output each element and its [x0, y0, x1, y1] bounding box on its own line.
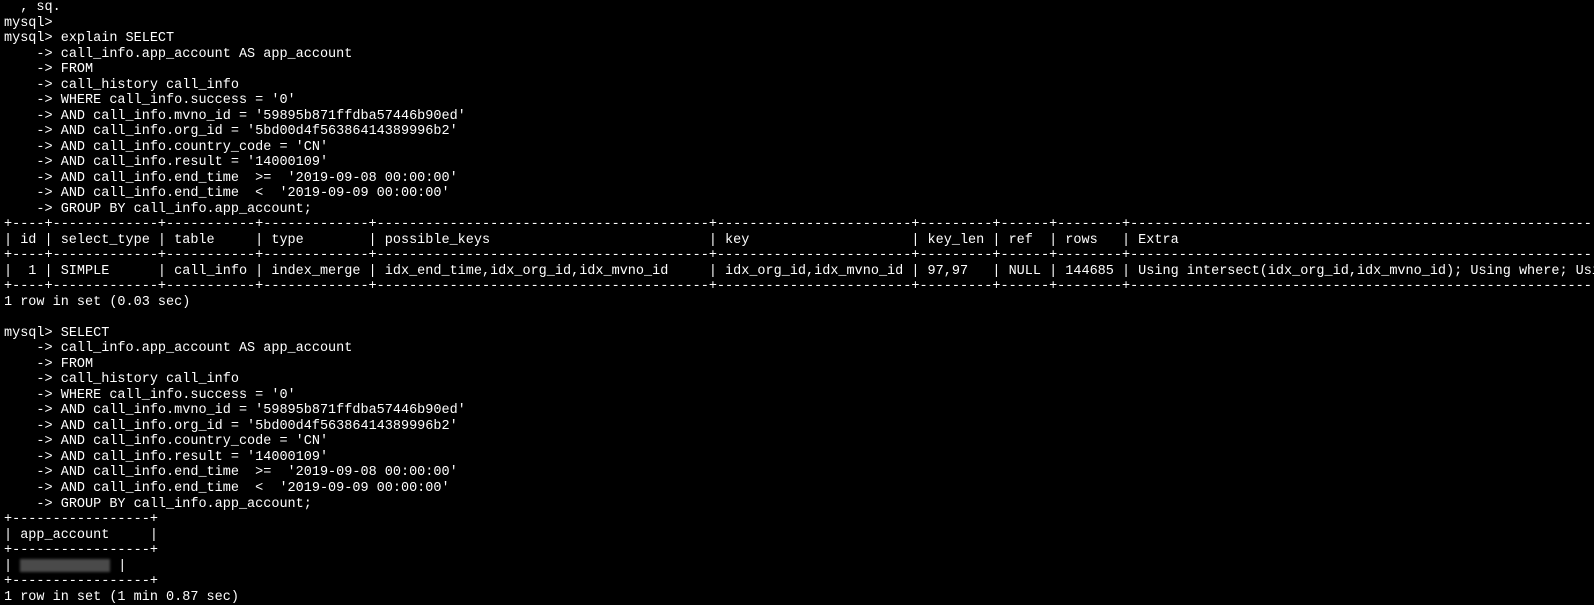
- sql-line: FROM: [61, 62, 93, 77]
- sql-line: call_info.app_account AS app_account: [61, 341, 353, 356]
- sql-line: call_history call_info: [61, 78, 239, 93]
- sql-line: GROUP BY call_info.app_account;: [61, 202, 312, 217]
- sql-line: WHERE call_info.success = '0': [61, 93, 296, 108]
- continuation-prompt: ->: [4, 434, 53, 449]
- sql-line: explain SELECT: [61, 31, 174, 46]
- table-row-prefix: |: [4, 559, 20, 574]
- table-header: | app_account |: [4, 528, 158, 543]
- mysql-prompt: mysql>: [4, 16, 53, 31]
- sql-line: AND call_info.country_code = 'CN': [61, 434, 328, 449]
- continuation-prompt: ->: [4, 341, 53, 356]
- sql-line: FROM: [61, 357, 93, 372]
- terminal-output[interactable]: , sq. mysql> mysql> explain SELECT -> ca…: [0, 0, 1594, 605]
- table-border: +-----------------+: [4, 512, 158, 527]
- sql-line: AND call_info.end_time >= '2019-09-08 00…: [61, 465, 458, 480]
- continuation-prompt: ->: [4, 62, 53, 77]
- sql-line: AND call_info.mvno_id = '59895b871ffdba5…: [61, 403, 466, 418]
- sql-line: AND call_info.end_time < '2019-09-09 00:…: [61, 481, 450, 496]
- sql-line: AND call_info.org_id = '5bd00d4f56386414…: [61, 124, 458, 139]
- continuation-prompt: ->: [4, 47, 53, 62]
- sql-line: call_history call_info: [61, 372, 239, 387]
- table-border: +----+-------------+-----------+--------…: [4, 279, 1594, 294]
- sql-line: AND call_info.end_time < '2019-09-09 00:…: [61, 186, 450, 201]
- table-row: | 1 | SIMPLE | call_info | index_merge |…: [4, 264, 1594, 279]
- sql-line: SELECT: [61, 326, 110, 341]
- table-header: | id | select_type | table | type | poss…: [4, 233, 1594, 248]
- continuation-prompt: ->: [4, 186, 53, 201]
- continuation-prompt: ->: [4, 93, 53, 108]
- continuation-prompt: ->: [4, 155, 53, 170]
- continuation-prompt: ->: [4, 357, 53, 372]
- continuation-prompt: ->: [4, 481, 53, 496]
- continuation-prompt: ->: [4, 109, 53, 124]
- table-border: +----+-------------+-----------+--------…: [4, 248, 1594, 263]
- mysql-prompt: mysql>: [4, 31, 53, 46]
- continuation-prompt: ->: [4, 372, 53, 387]
- sql-line: AND call_info.result = '14000109': [61, 155, 328, 170]
- sql-line: WHERE call_info.success = '0': [61, 388, 296, 403]
- redacted-value: [20, 559, 110, 572]
- table-border: +----+-------------+-----------+--------…: [4, 217, 1594, 232]
- sql-line: AND call_info.country_code = 'CN': [61, 140, 328, 155]
- continuation-prompt: ->: [4, 202, 53, 217]
- continuation-prompt: ->: [4, 78, 53, 93]
- mysql-prompt: mysql>: [4, 326, 53, 341]
- sql-line: GROUP BY call_info.app_account;: [61, 497, 312, 512]
- sql-line: call_info.app_account AS app_account: [61, 47, 353, 62]
- sql-line: AND call_info.org_id = '5bd00d4f56386414…: [61, 419, 458, 434]
- continuation-prompt: ->: [4, 419, 53, 434]
- partial-line: , sq.: [4, 0, 77, 15]
- table-border: +-----------------+: [4, 543, 158, 558]
- table-row-suffix: |: [110, 559, 126, 574]
- continuation-prompt: ->: [4, 140, 53, 155]
- continuation-prompt: ->: [4, 388, 53, 403]
- continuation-prompt: ->: [4, 465, 53, 480]
- sql-line: AND call_info.result = '14000109': [61, 450, 328, 465]
- continuation-prompt: ->: [4, 124, 53, 139]
- result-footer: 1 row in set (0.03 sec): [4, 295, 190, 310]
- continuation-prompt: ->: [4, 171, 53, 186]
- sql-line: AND call_info.end_time >= '2019-09-08 00…: [61, 171, 458, 186]
- sql-line: AND call_info.mvno_id = '59895b871ffdba5…: [61, 109, 466, 124]
- continuation-prompt: ->: [4, 497, 53, 512]
- continuation-prompt: ->: [4, 450, 53, 465]
- continuation-prompt: ->: [4, 403, 53, 418]
- result-footer: 1 row in set (1 min 0.87 sec): [4, 590, 239, 605]
- table-border: +-----------------+: [4, 574, 158, 589]
